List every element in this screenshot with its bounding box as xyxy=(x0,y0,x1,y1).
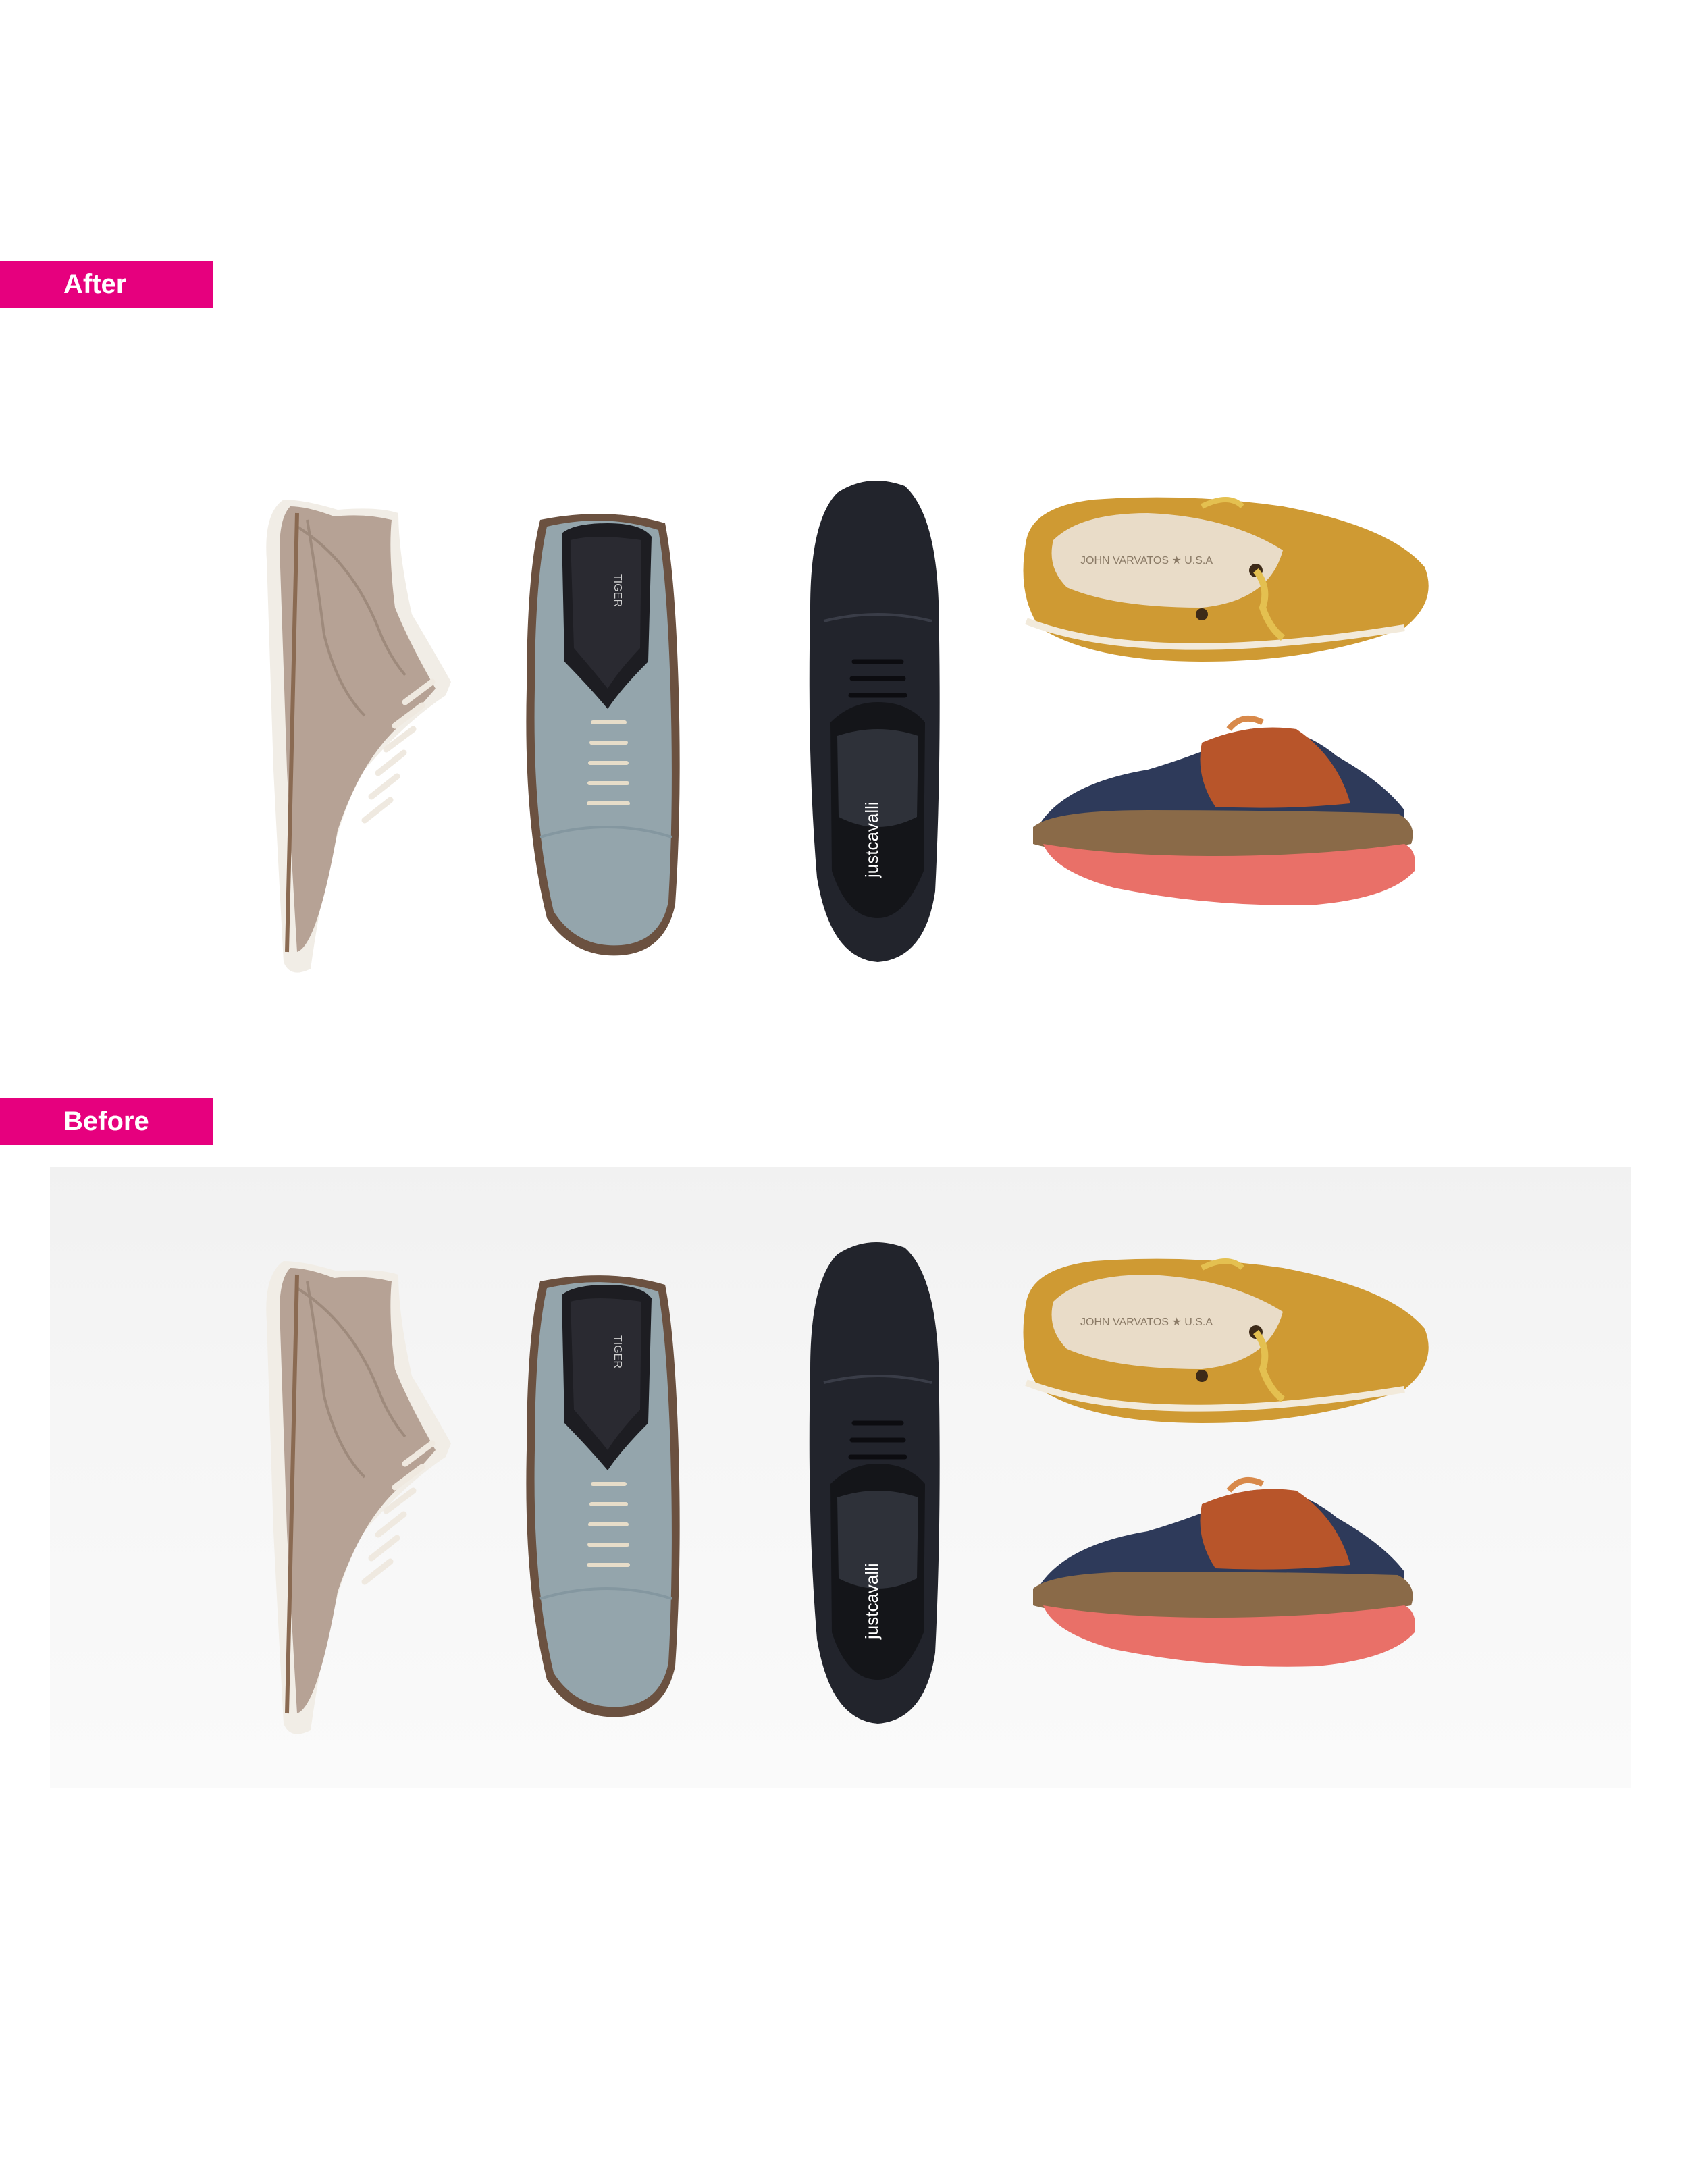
grey-blue-oxford-shoe: TIGER xyxy=(526,1275,680,1717)
after-shoes-image: TIGER justcavalli JOHN VARVATOS ★ U.S.A xyxy=(266,481,1429,973)
navy-rust-sneaker-shoe xyxy=(1033,715,1415,905)
grey-blue-oxford-shoe: TIGER xyxy=(526,514,680,956)
tiger-brand-text: TIGER xyxy=(612,574,623,607)
before-label: Before xyxy=(0,1098,213,1145)
justcavalli-brand-text: justcavalli xyxy=(862,801,882,878)
taupe-brogue-shoe xyxy=(266,1261,451,1734)
varvatos-brand-text: JOHN VARVATOS ★ U.S.A xyxy=(1080,555,1213,566)
justcavalli-brand-text: justcavalli xyxy=(862,1563,882,1640)
after-photo: TIGER justcavalli JOHN VARVATOS ★ U.S.A xyxy=(0,405,1688,1053)
black-leather-derby-shoe: justcavalli xyxy=(809,481,940,962)
black-leather-derby-shoe: justcavalli xyxy=(809,1242,940,1724)
before-shoes-image: TIGER justcavalli JOHN VARVATOS ★ U.S.A xyxy=(266,1242,1429,1734)
after-label: After xyxy=(0,261,213,308)
tan-boat-shoe: JOHN VARVATOS ★ U.S.A xyxy=(1023,497,1429,662)
tiger-brand-text: TIGER xyxy=(612,1335,623,1368)
varvatos-brand-text: JOHN VARVATOS ★ U.S.A xyxy=(1080,1316,1213,1328)
navy-rust-sneaker-shoe xyxy=(1033,1476,1415,1667)
taupe-brogue-shoe xyxy=(266,500,451,973)
tan-boat-shoe: JOHN VARVATOS ★ U.S.A xyxy=(1023,1258,1429,1423)
before-photo: TIGER justcavalli JOHN VARVATOS ★ U.S.A xyxy=(0,1167,1688,1815)
